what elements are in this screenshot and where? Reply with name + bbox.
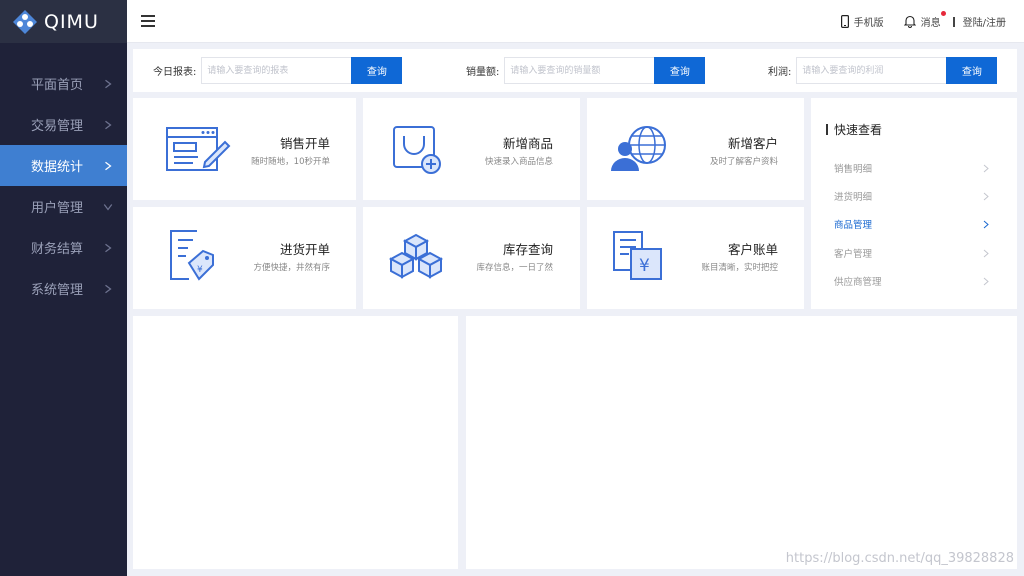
card-title: 库存查询: [502, 242, 553, 257]
inventory-boxes-icon: [388, 233, 444, 279]
card-sales-order[interactable]: 销售开单 随时随地，10秒开单: [133, 98, 356, 200]
profit-search-button[interactable]: 查询: [946, 57, 998, 84]
quick-view-panel: 快速查看 销售明细 进货明细 商品管理 客户管理 供应商管理: [811, 98, 1017, 309]
menu-toggle-icon[interactable]: [141, 15, 155, 27]
card-purchase-order[interactable]: ¥ 进货开单 方便快捷，井然有序: [133, 207, 356, 309]
chevron-right-icon: [105, 161, 112, 170]
quick-item-supplier-management[interactable]: 供应商管理: [834, 274, 989, 288]
logo[interactable]: QIMU: [0, 0, 127, 43]
card-desc: 库存信息，一日了然: [476, 263, 553, 273]
card-title: 客户账单: [727, 242, 778, 257]
sidebar-item-system[interactable]: 系统管理: [0, 268, 127, 309]
sidebar-item-label: 平面首页: [31, 78, 84, 93]
chevron-right-icon: [983, 192, 989, 200]
card-desc: 账目清晰，实时把控: [701, 263, 778, 273]
quick-item-label: 销售明细: [834, 164, 873, 175]
mobile-version-label: 手机版: [853, 18, 884, 29]
mobile-version-link[interactable]: 手机版: [840, 14, 884, 29]
sidebar-item-users[interactable]: 用户管理: [0, 186, 127, 227]
card-title: 进货开单: [279, 242, 330, 257]
quick-view-title: 快速查看: [826, 121, 882, 138]
chart-panel-right: [466, 316, 1017, 569]
chevron-right-icon: [105, 284, 112, 293]
sidebar-item-trade[interactable]: 交易管理: [0, 104, 127, 145]
search-bar: 今日报表: 查询 销量额: 查询 利润: 查询: [133, 49, 1017, 92]
chart-panel-left: [133, 316, 458, 569]
profit-search: 利润: 查询: [768, 57, 998, 84]
quick-item-label: 客户管理: [834, 249, 873, 260]
sidebar-item-label: 财务结算: [31, 242, 84, 257]
card-title: 新增客户: [727, 136, 778, 151]
chevron-down-icon: [103, 203, 113, 211]
today-report-label: 今日报表:: [153, 67, 197, 78]
sales-search: 销量额: 查询: [466, 57, 706, 84]
chevron-right-icon: [105, 79, 112, 88]
notification-dot: [940, 11, 946, 16]
svg-text:¥: ¥: [197, 265, 203, 275]
header-actions: 手机版 消息 登陆/注册: [821, 0, 1006, 43]
quick-view-title-text: 快速查看: [834, 123, 883, 137]
sidebar-item-label: 用户管理: [31, 201, 84, 216]
today-report-input[interactable]: [201, 57, 352, 84]
today-report-search-button[interactable]: 查询: [351, 57, 403, 84]
title-bar: [826, 124, 828, 135]
sidebar-item-label: 交易管理: [31, 119, 84, 134]
card-inventory-query[interactable]: 库存查询 库存信息，一日了然: [363, 207, 580, 309]
messages-label: 消息: [920, 18, 941, 29]
card-add-customer[interactable]: 新增客户 及时了解客户资料: [587, 98, 804, 200]
sales-input[interactable]: [504, 57, 655, 84]
sidebar: QIMU 平面首页 交易管理 数据统计 用户管理 财务结算 系统管理: [0, 0, 127, 576]
chevron-right-icon: [105, 120, 112, 129]
sales-search-button[interactable]: 查询: [654, 57, 706, 84]
sidebar-item-label: 数据统计: [31, 160, 84, 175]
brand-name: QIMU: [44, 10, 99, 33]
quick-item-label: 供应商管理: [834, 277, 882, 288]
sidebar-item-statistics[interactable]: 数据统计: [0, 145, 127, 186]
quick-item-sales-detail[interactable]: 销售明细: [834, 161, 989, 175]
quick-item-purchase-detail[interactable]: 进货明细: [834, 189, 989, 203]
logo-icon: [13, 9, 37, 34]
sidebar-item-finance[interactable]: 财务结算: [0, 227, 127, 268]
customer-globe-icon: [611, 126, 666, 171]
messages-link[interactable]: 消息: [903, 11, 946, 29]
profit-input[interactable]: [796, 57, 947, 84]
bell-icon: [903, 15, 916, 28]
svg-text:¥: ¥: [639, 256, 650, 276]
login-register-label: 登陆/注册: [962, 18, 1006, 29]
card-desc: 方便快捷，井然有序: [253, 263, 330, 273]
phone-icon: [840, 15, 849, 28]
quick-item-label: 进货明细: [834, 192, 873, 203]
customer-bill-icon: ¥: [613, 231, 662, 280]
sidebar-item-label: 系统管理: [31, 283, 84, 298]
chevron-right-icon: [983, 220, 989, 228]
purchase-tag-icon: ¥: [170, 230, 214, 281]
chevron-right-icon: [983, 164, 989, 172]
card-desc: 快速录入商品信息: [484, 157, 553, 167]
header-separator: [952, 16, 955, 27]
card-title: 新增商品: [502, 136, 553, 151]
quick-item-customer-management[interactable]: 客户管理: [834, 246, 989, 260]
card-title: 销售开单: [279, 136, 330, 151]
chevron-right-icon: [983, 277, 989, 285]
quick-item-label: 商品管理: [834, 220, 873, 231]
profit-label: 利润:: [768, 67, 792, 78]
sales-label: 销量额:: [466, 67, 500, 78]
shopping-bag-add-icon: [393, 126, 441, 174]
sidebar-item-home[interactable]: 平面首页: [0, 63, 127, 104]
today-report-search: 今日报表: 查询: [153, 57, 403, 84]
sales-order-icon: [166, 127, 231, 171]
watermark: https://blog.csdn.net/qq_39828828: [785, 551, 1014, 566]
login-register-link[interactable]: 登陆/注册: [963, 14, 1006, 29]
chevron-right-icon: [105, 243, 112, 252]
chevron-right-icon: [983, 249, 989, 257]
quick-item-product-management[interactable]: 商品管理: [834, 217, 989, 231]
card-customer-bill[interactable]: ¥ 客户账单 账目清晰，实时把控: [587, 207, 804, 309]
card-desc: 随时随地，10秒开单: [251, 157, 330, 167]
card-desc: 及时了解客户资料: [709, 157, 778, 167]
sidebar-nav: 平面首页 交易管理 数据统计 用户管理 财务结算 系统管理: [0, 63, 127, 309]
card-add-product[interactable]: 新增商品 快速录入商品信息: [363, 98, 580, 200]
top-header: 手机版 消息 登陆/注册: [127, 0, 1024, 43]
